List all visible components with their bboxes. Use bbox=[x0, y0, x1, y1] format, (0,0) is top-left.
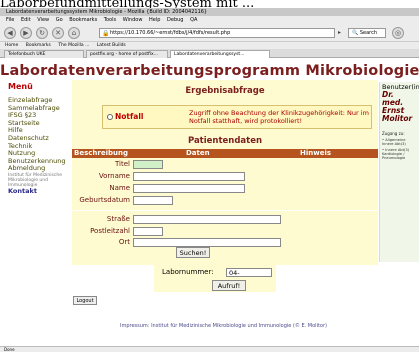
geburtsdatum-label: Geburtsdatum bbox=[79, 196, 130, 204]
tab-labordaten[interactable]: Labordatenverarbeitungssyst... bbox=[170, 50, 270, 58]
back-arrow-icon[interactable]: ◀ bbox=[4, 27, 16, 39]
url-bar[interactable]: 🔒 https://10.170.66/~ernst/fdbs/j/4/fdfs… bbox=[99, 28, 335, 38]
impressum-link[interactable]: Impressum: Institut für Medizinische Mik… bbox=[120, 323, 327, 329]
status-bar: Done bbox=[0, 346, 419, 352]
user-panel: Benutzer(in): Dr. med. Ernst Molitor Zug… bbox=[379, 82, 419, 262]
access-label: Zugang zu: bbox=[382, 131, 405, 136]
vorname-label: Vorname bbox=[98, 172, 130, 180]
tab-telefonbuch[interactable]: Telefonbuch UKE bbox=[4, 50, 84, 58]
page-headline: Laborbefundmitteilungs-System mit ... bbox=[0, 0, 255, 8]
notfall-label: Notfall bbox=[115, 112, 144, 121]
bookmark-bookmarks[interactable]: Bookmarks bbox=[26, 43, 51, 48]
table-header: Beschreibung Daten Hinweis bbox=[72, 149, 378, 158]
name-input[interactable] bbox=[133, 184, 245, 193]
menu-window[interactable]: Window bbox=[123, 17, 143, 23]
aufruf-button[interactable]: Aufruf! bbox=[212, 280, 246, 291]
menu-tools[interactable]: Tools bbox=[104, 17, 116, 23]
postleitzahl-label: Postleitzahl bbox=[90, 227, 130, 235]
titel-label: Titel bbox=[114, 160, 130, 168]
browser-menubar: File Edit View Go Bookmarks Tools Window… bbox=[0, 16, 419, 25]
labnum-input[interactable]: 04- bbox=[226, 268, 272, 277]
search-submit-button[interactable]: Suchen! bbox=[176, 247, 210, 258]
search-icon: 🔍 bbox=[352, 30, 359, 36]
search-label: Search bbox=[359, 30, 378, 36]
titel-input[interactable] bbox=[133, 160, 163, 169]
labnum-form: Labornummer: 04- Aufruf! bbox=[154, 262, 276, 292]
search-button[interactable]: 🔍 Search bbox=[348, 28, 386, 38]
name-label: Name bbox=[109, 184, 130, 192]
app-title: Labordatenverarbeitungsprogramm Mikrobio… bbox=[0, 63, 419, 79]
notfall-radio[interactable] bbox=[107, 114, 113, 120]
menu-title: Menü bbox=[8, 82, 33, 91]
ort-input[interactable] bbox=[133, 238, 281, 247]
divider bbox=[72, 210, 378, 211]
stop-icon[interactable]: ✕ bbox=[52, 27, 64, 39]
menu-qa[interactable]: QA bbox=[190, 17, 197, 23]
header-daten: Daten bbox=[186, 149, 210, 157]
throbber-icon: ◎ bbox=[392, 27, 404, 39]
access-item: • Allgemeine Innere Abt(3) bbox=[382, 138, 406, 146]
menu-help[interactable]: Help bbox=[149, 17, 160, 23]
menu-file[interactable]: File bbox=[6, 17, 14, 23]
postleitzahl-input[interactable] bbox=[133, 227, 163, 236]
patient-title: Patientendaten bbox=[187, 136, 263, 146]
sidebar-menu: Menü Einzelabfrage Sammelabfrage IFSG §2… bbox=[8, 82, 72, 344]
bookmark-home[interactable]: Home bbox=[5, 43, 18, 48]
ort-label: Ort bbox=[118, 238, 130, 246]
menu-view[interactable]: View bbox=[37, 17, 49, 23]
window-title: Labordatenverarbeitungssystem Mikrobiolo… bbox=[0, 8, 419, 16]
menu-edit[interactable]: Edit bbox=[21, 17, 31, 23]
vorname-input[interactable] bbox=[133, 172, 245, 181]
status-text: Done bbox=[4, 347, 15, 352]
menu-debug[interactable]: Debug bbox=[167, 17, 183, 23]
header-hinweis: Hinweis bbox=[300, 149, 332, 157]
tab-bar: Telefonbuch UKE postfix.org - home of po… bbox=[0, 49, 419, 58]
logout-button[interactable]: Logout bbox=[73, 296, 97, 305]
url-text: https://10.170.66/~ernst/fdbs/j/4/fdfs/r… bbox=[110, 30, 231, 36]
reload-icon[interactable]: ↻ bbox=[36, 27, 48, 39]
user-name-line: Dr. med. bbox=[382, 90, 404, 107]
notfall-box: Notfall Zugriff ohne Beachtung der Klini… bbox=[102, 105, 372, 129]
lock-icon: 🔒 bbox=[102, 30, 110, 37]
query-form: Ergebnisabfrage Notfall Zugriff ohne Bea… bbox=[72, 80, 378, 265]
bookmarks-toolbar: Home Bookmarks The Mozilla ... Latest Bu… bbox=[0, 42, 419, 49]
strasse-label: Straße bbox=[106, 215, 130, 223]
labnum-label: Labornummer: bbox=[162, 268, 214, 276]
navigation-toolbar: ◀ ▶ ↻ ✕ ⌂ 🔒 https://10.170.66/~ernst/fdb… bbox=[0, 25, 419, 42]
forward-arrow-icon[interactable]: ▶ bbox=[20, 27, 32, 39]
go-icon[interactable]: ▸ bbox=[338, 28, 345, 38]
home-icon[interactable]: ⌂ bbox=[68, 27, 80, 39]
tab-postfix[interactable]: postfix.org - home of postfix... bbox=[86, 50, 168, 58]
menu-go[interactable]: Go bbox=[56, 17, 63, 23]
menu-bookmarks[interactable]: Bookmarks bbox=[69, 17, 97, 23]
strasse-input[interactable] bbox=[133, 215, 281, 224]
bookmark-latest-builds[interactable]: Latest Builds bbox=[97, 43, 126, 48]
sidebar-item-kontakt[interactable]: Kontakt bbox=[8, 187, 72, 196]
bookmark-mozilla[interactable]: The Mozilla ... bbox=[58, 43, 89, 48]
access-item: • Innere Abt(3) Kardiologie / Pneumologi… bbox=[382, 148, 410, 160]
user-name-line: Molitor bbox=[382, 114, 413, 123]
notfall-warning: Zugriff ohne Beachtung der Klinikzugehör… bbox=[189, 109, 369, 125]
sidebar-item-abmeldung[interactable]: Abmeldung bbox=[8, 165, 72, 173]
header-beschreibung: Beschreibung bbox=[74, 149, 128, 157]
section-title: Ergebnisabfrage bbox=[185, 86, 265, 96]
geburtsdatum-input[interactable] bbox=[133, 196, 173, 205]
